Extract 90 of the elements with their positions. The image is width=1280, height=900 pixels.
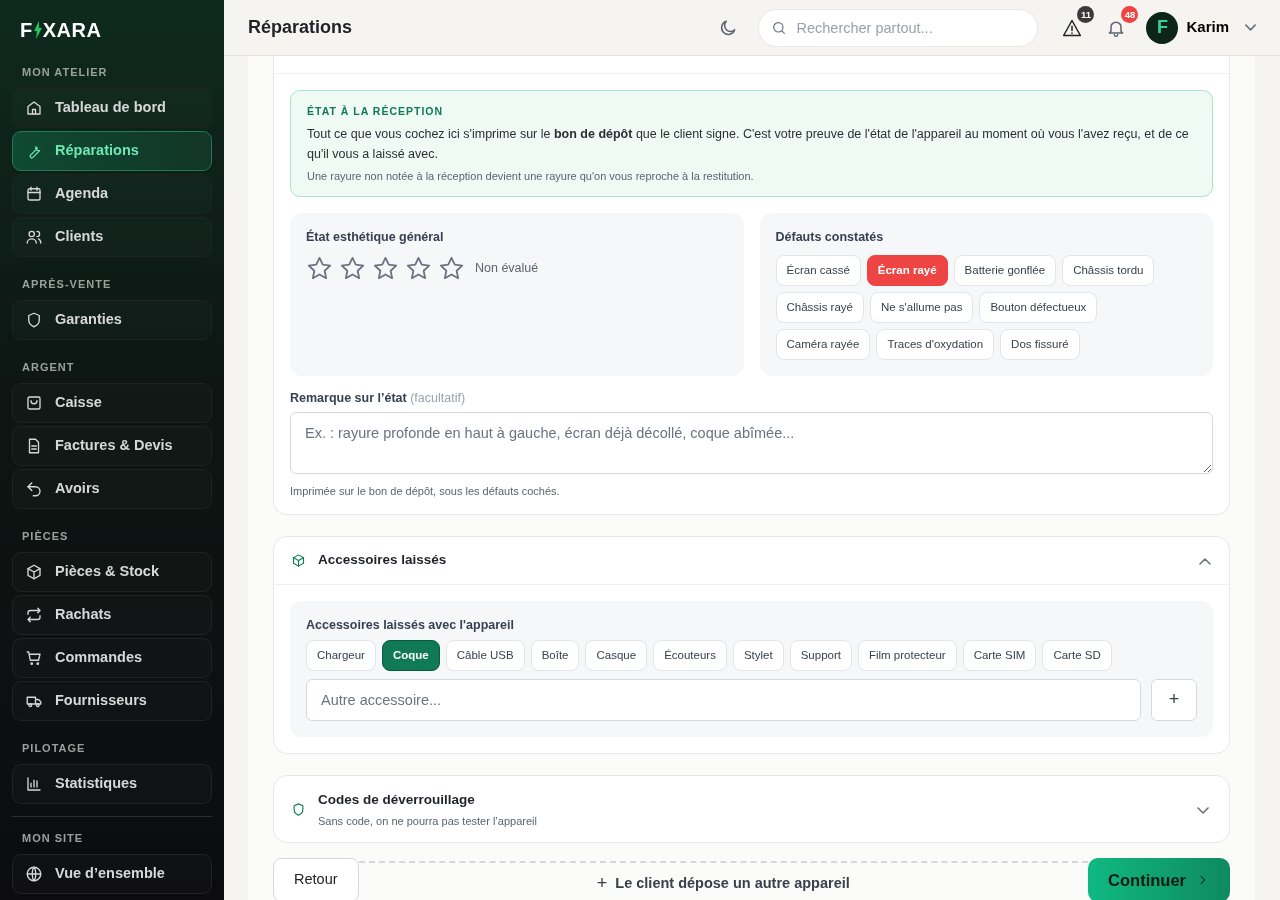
accessory-chip[interactable]: Film protecteur [857,639,957,671]
rating-status: Non évalué [475,260,539,278]
section-label: APRÈS-VENTE [21,277,113,292]
sidebar-item[interactable]: Rachats [12,595,212,635]
bolt-icon [33,21,42,39]
undo-icon [25,480,43,498]
accessory-chip[interactable]: Carte SD [1042,639,1112,671]
sidebar-item[interactable]: Agenda [12,174,212,214]
sidebar-item[interactable]: Commandes [12,638,212,678]
shield-icon [291,801,306,817]
callout-text: Tout ce que vous cochez ici s'imprime sur le bon de dépôt que le client signe. C'est votre preuve de l'état de l'appareil au moment où vous l'avez reçu, et de ce qu'il vous a laissé avec. [307,125,1190,163]
cart-icon [25,649,43,667]
calendar-icon [25,185,43,203]
logo-text: XARA [42,18,102,43]
defect-chip[interactable]: Traces d'oxydation [876,329,995,360]
user-menu[interactable]: F Karim [1146,11,1256,44]
back-button[interactable]: Retour [273,858,359,900]
accessory-chip[interactable]: Casque [585,639,648,671]
shopping-bag-icon [25,394,43,412]
section-label: MON SITE [21,831,85,846]
accessory-chip[interactable]: Chargeur [306,639,376,671]
section-label: MON ATELIER [21,65,109,80]
house-icon [25,99,43,117]
callout-note: Une rayure non notée à la réception devient une rayure qu'on vous reproche à la restitution. [307,168,755,184]
chevron-down-icon [1245,24,1256,31]
shield-icon [25,311,43,329]
field-label: État esthétique général [306,228,445,247]
defect-chip[interactable]: Batterie gonflée [953,255,1057,286]
sidebar-item[interactable]: Avoirs [12,469,212,509]
sidebar-item[interactable]: Pièces & Stock [12,552,212,592]
page-title: Réparations [248,16,354,39]
users-icon [25,228,43,246]
defect-chip[interactable]: Châssis tordu [1062,255,1155,286]
card-title: Codes de déverrouillage [318,790,476,809]
card-title: Accessoires laissés [318,551,448,570]
field-label: Accessoires laissés avec l'appareil [306,616,515,634]
sidebar-item[interactable]: Clients [12,217,212,257]
star-icon[interactable] [306,255,333,282]
globe-icon [25,865,43,883]
star-icon[interactable] [438,255,465,282]
accessory-chip[interactable]: Câble USB [445,639,525,671]
sidebar-item[interactable]: Caisse [12,383,212,423]
accessory-chip[interactable]: Boîte [530,639,580,671]
defect-chip[interactable]: Caméra rayée [775,329,871,360]
section-label: ARGENT [21,360,76,375]
field-hint: Imprimée sur le bon de dépôt, sous les défauts cochés. [290,483,561,498]
cube-icon [25,563,43,581]
accessory-chip[interactable]: Support [789,639,852,671]
count-badge: 48 [1121,5,1139,23]
accessory-chip[interactable]: Carte SIM [962,639,1037,671]
sidebar-item[interactable]: Fournisseurs [12,681,212,721]
continue-button[interactable]: Continuer [1088,858,1230,900]
defect-chip[interactable]: Dos fissuré [1000,329,1080,360]
defect-chip[interactable]: Bouton défectueux [979,292,1098,323]
accessory-chip[interactable]: Coque [381,639,440,671]
sidebar-item[interactable]: Réparations [12,131,212,171]
field-label: Défauts constatés [775,229,885,247]
add-device-button[interactable]: + Le client dépose un autre appareil [358,861,1089,899]
star-icon[interactable] [372,255,399,282]
box-icon [291,552,306,568]
bar-chart-icon [25,775,43,793]
accessory-input[interactable]: Autre accessoire... [306,678,1141,721]
add-button[interactable]: + [1151,678,1197,721]
avatar: F [1146,11,1179,44]
remark-field[interactable]: Ex. : rayure profonde en haut à gauche, écran déjà décollé, coque abîmée... [290,411,1213,474]
sidebar-item[interactable]: Statistiques [12,764,212,804]
chevron-down-icon [1197,806,1209,814]
card-subtitle: Sans code, on ne pourra pas tester l’appareil [318,813,538,829]
defect-chip[interactable]: Châssis rayé [775,292,864,323]
star-icon[interactable] [405,255,432,282]
defect-chip[interactable]: Écran cassé [775,255,861,286]
sidebar-item[interactable]: Tableau de bord [12,88,212,128]
warning-icon [1062,18,1083,39]
sidebar-item[interactable]: Garanties [12,300,212,340]
defect-chip[interactable]: Écran rayé [866,255,948,286]
count-badge: 11 [1077,5,1095,23]
swap-arrows-icon [25,606,43,624]
accessory-chip[interactable]: Stylet [732,639,784,671]
section-label: PIÈCES [21,529,70,544]
logo-text: F [20,18,33,43]
sidebar-item[interactable]: Vue d’ensemble [12,854,212,894]
defect-chip[interactable]: Ne s'allume pas [869,292,974,323]
star-icon[interactable] [339,255,366,282]
chevron-up-icon [1199,557,1211,565]
callout-title: ÉTAT À LA RÉCEPTION [307,104,445,119]
field-label: Remarque sur l’état (facultatif) [290,390,467,407]
search-field[interactable]: Rechercher partout... [758,8,1039,47]
section-label: PILOTAGE [21,741,87,756]
sidebar-item[interactable]: Factures & Devis [12,426,212,466]
accessory-chip[interactable]: Écouteurs [653,639,727,671]
